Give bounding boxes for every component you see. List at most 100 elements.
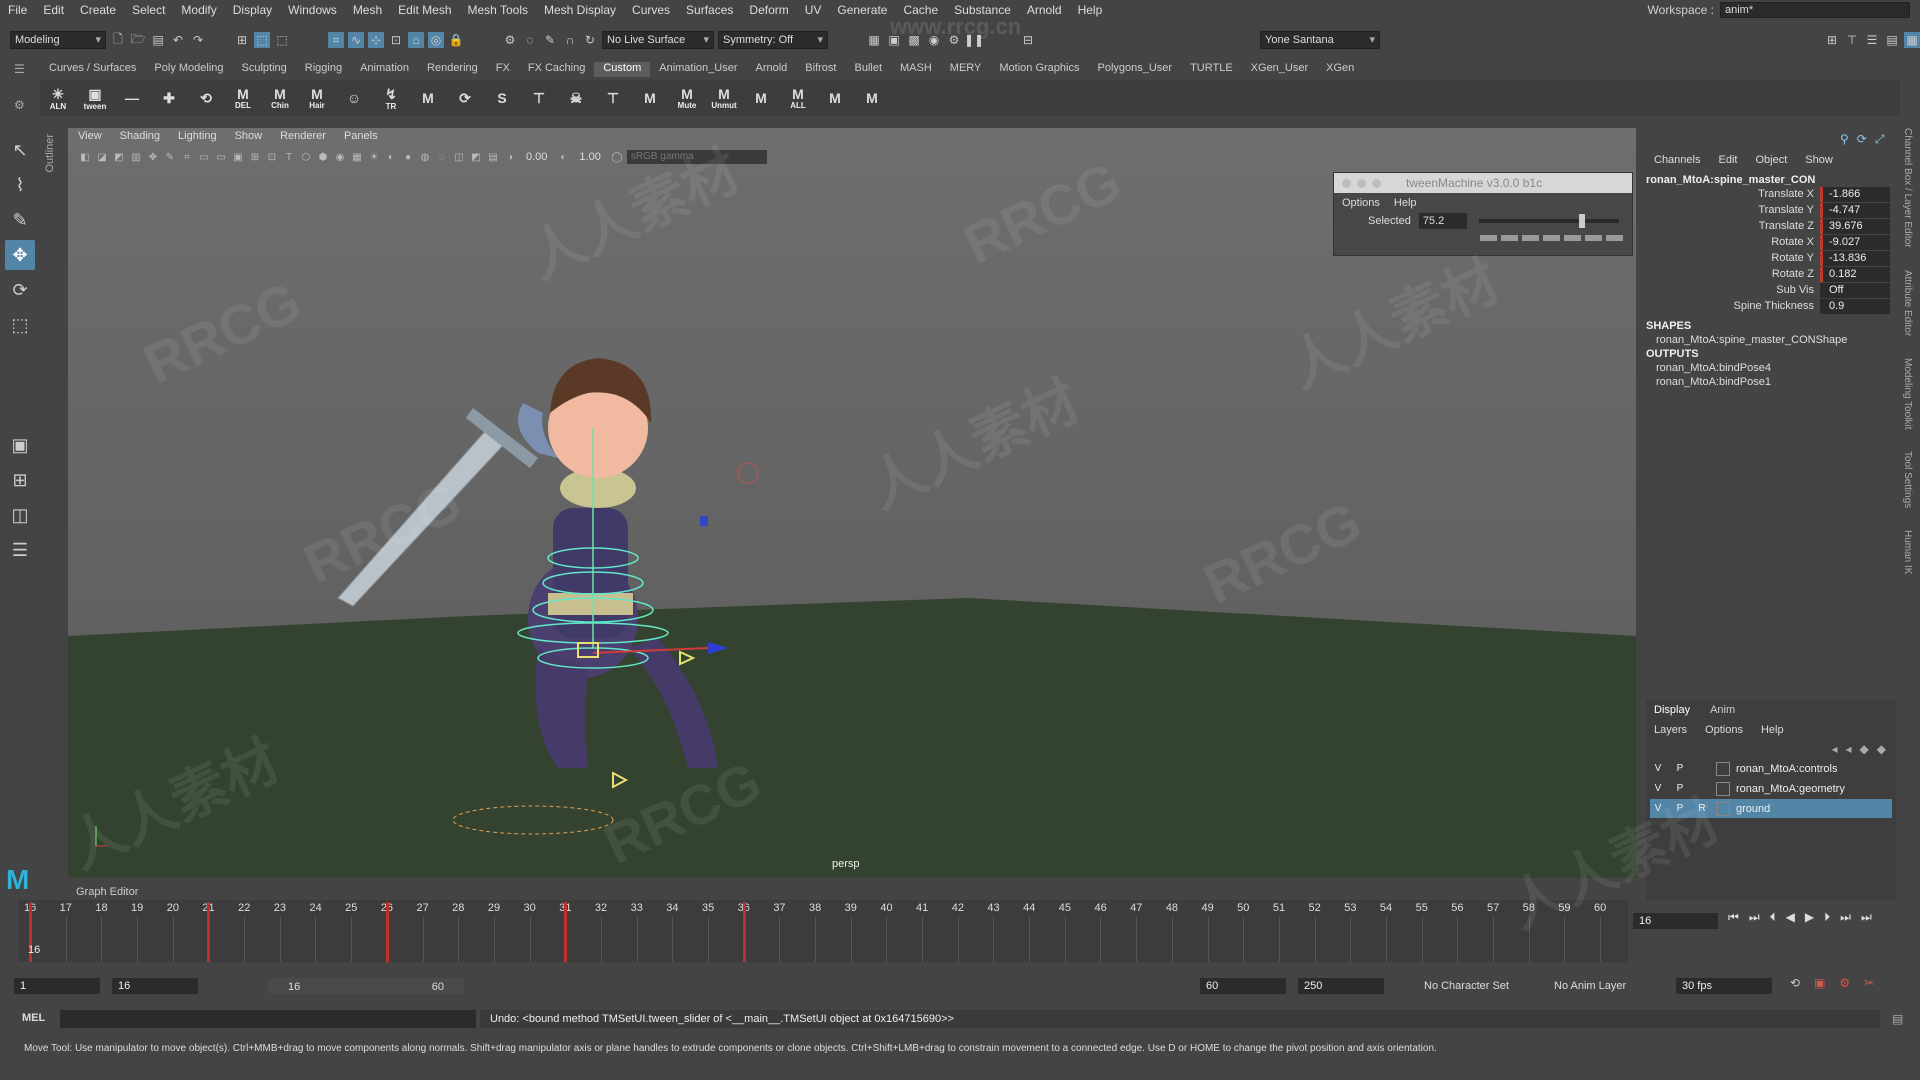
side-tab[interactable]: Attribute Editor [1902, 270, 1913, 336]
gate-mask-icon[interactable]: ▣ [231, 150, 245, 164]
layer-row[interactable]: V Pronan_MtoA:controls [1650, 759, 1892, 778]
shelf-button[interactable]: ⟳ [451, 83, 479, 113]
wireframe-on-shaded-icon[interactable]: ◉ [333, 150, 347, 164]
channel-row[interactable]: Translate Z 39.676 [1640, 218, 1902, 234]
viewport-menu-renderer[interactable]: Renderer [280, 130, 326, 146]
menu-item-create[interactable]: Create [72, 3, 124, 17]
shelf-button[interactable]: ☺ [340, 83, 368, 113]
layer-color-swatch[interactable] [1716, 801, 1730, 816]
menu-item-display[interactable]: Display [225, 3, 280, 17]
color-management-icon[interactable]: ◯ [610, 150, 624, 164]
shelf-tab[interactable]: Animation_User [650, 62, 746, 77]
snap-grid-icon[interactable]: ⌗ [328, 32, 344, 48]
shelf-tab[interactable]: MERY [941, 62, 991, 77]
render-frame-icon[interactable]: ▦ [866, 32, 882, 48]
shelf-button[interactable]: M [747, 83, 775, 113]
motion-blur-icon[interactable]: ◍ [418, 150, 432, 164]
new-layer-icon[interactable]: ◆ [1860, 742, 1869, 756]
menu-item-deform[interactable]: Deform [741, 3, 796, 17]
menu-item-edit[interactable]: Edit [35, 3, 72, 17]
tool-settings-icon[interactable]: ☰ [1864, 32, 1880, 48]
shelf-tab[interactable]: Rendering [418, 62, 487, 77]
channel-row[interactable]: Rotate Z 0.182 [1640, 266, 1902, 282]
menu-item-windows[interactable]: Windows [280, 3, 345, 17]
redo-icon[interactable]: ↷ [190, 32, 206, 48]
tween-preset-button[interactable] [1522, 235, 1539, 241]
animation-end-field[interactable]: 250 [1298, 978, 1384, 994]
shelf-button[interactable]: M Unmut [710, 83, 738, 113]
snap-point-icon[interactable]: ⊹ [368, 32, 384, 48]
shelf-tab[interactable]: MASH [891, 62, 941, 77]
layer-reference-toggle[interactable] [1694, 761, 1710, 777]
move-tool-icon[interactable]: ✥ [5, 240, 35, 270]
menu-item-generate[interactable]: Generate [829, 3, 895, 17]
shelf-tab[interactable]: FX Caching [519, 62, 594, 77]
go-to-start-icon[interactable]: ⏮ [1728, 910, 1739, 925]
menu-set-dropdown[interactable]: Modeling [10, 31, 106, 49]
channel-value[interactable]: -9.027 [1820, 234, 1890, 250]
channel-value[interactable]: 39.676 [1820, 218, 1890, 234]
layer-visibility-toggle[interactable]: V [1650, 781, 1666, 797]
tween-preset-button[interactable] [1501, 235, 1518, 241]
shelf-button[interactable]: ↯ TR [377, 83, 405, 113]
shelf-button[interactable]: ☠ [562, 83, 590, 113]
script-editor-icon[interactable]: ▤ [1892, 1012, 1903, 1026]
2d-pan-icon[interactable]: ✥ [146, 150, 160, 164]
lasso-tool-icon[interactable]: ⌇ [5, 170, 35, 200]
shelf-tab[interactable]: Custom [594, 62, 651, 77]
shelf-tab[interactable]: Rigging [296, 62, 351, 77]
shelf-tab[interactable]: Curves / Surfaces [40, 62, 145, 77]
layer-tab-anim[interactable]: Anim [1710, 704, 1735, 716]
layer-tab-display[interactable]: Display [1654, 704, 1690, 716]
antialias-icon[interactable]: ◌ [435, 150, 449, 164]
gamma-icon[interactable]: ◐ [556, 150, 570, 164]
outliner-layout-icon[interactable]: ☰ [5, 535, 35, 565]
shelf-button[interactable]: ⊤ [599, 83, 627, 113]
shelf-tab[interactable]: Motion Graphics [990, 62, 1088, 77]
play-backward-icon[interactable]: ◀ [1786, 910, 1795, 925]
exposure-icon[interactable]: ◑ [503, 150, 517, 164]
shelf-button[interactable]: ⊤ [525, 83, 553, 113]
keyframe-marker[interactable] [564, 902, 568, 962]
safe-title-icon[interactable]: T [282, 150, 296, 164]
side-tab[interactable]: Human IK [1902, 530, 1913, 574]
shelf-tab[interactable]: Arnold [747, 62, 797, 77]
modeling-toolkit-icon[interactable]: ⊞ [1824, 32, 1840, 48]
tween-value-field[interactable]: 75.2 [1418, 213, 1467, 229]
step-forward-key-icon[interactable]: ⏭ [1840, 910, 1851, 925]
shelf-tab[interactable]: TURTLE [1181, 62, 1242, 77]
channel-value[interactable]: Off [1820, 282, 1890, 298]
command-input[interactable] [60, 1010, 476, 1028]
range-slider[interactable]: 16 60 [268, 978, 464, 994]
shelf-tab[interactable]: XGen_User [1242, 62, 1317, 77]
current-frame-field[interactable]: 16 [1633, 913, 1718, 929]
tween-slider[interactable] [1478, 214, 1619, 228]
attribute-editor-icon[interactable]: ⊤ [1844, 32, 1860, 48]
menu-item-select[interactable]: Select [124, 3, 173, 17]
channel-box-menu-channels[interactable]: Channels [1654, 154, 1700, 166]
shelf-tab[interactable]: XGen [1317, 62, 1363, 77]
step-back-key-icon[interactable]: ⏭ [1749, 910, 1760, 925]
rotate-pref-icon[interactable]: ↻ [582, 32, 598, 48]
layer-reference-toggle[interactable]: R [1694, 801, 1710, 817]
shelf-tab[interactable]: Sculpting [233, 62, 296, 77]
magnet-icon[interactable]: ∩ [562, 32, 578, 48]
channel-box-node-name[interactable]: ronan_MtoA:spine_master_CON [1640, 166, 1902, 186]
command-language-label[interactable]: MEL [22, 1012, 45, 1024]
shadows-icon[interactable]: ◐ [384, 150, 398, 164]
xray-joints-icon[interactable]: ▤ [486, 150, 500, 164]
shelf-button[interactable]: M [858, 83, 886, 113]
resolution-gate-icon[interactable]: ▭ [214, 150, 228, 164]
shelf-button[interactable]: M DEL [229, 83, 257, 113]
keyframe-marker[interactable] [385, 902, 389, 962]
tween-preset-button[interactable] [1564, 235, 1581, 241]
keyframe-marker[interactable] [742, 902, 746, 962]
shelf-tab[interactable]: Bullet [845, 62, 891, 77]
shape-node[interactable]: ronan_MtoA:spine_master_CONShape [1640, 332, 1902, 346]
bookmark-icon[interactable]: ◩ [112, 150, 126, 164]
channel-row[interactable]: Spine Thickness 0.9 [1640, 298, 1902, 314]
layer-row[interactable]: V P Rground [1650, 799, 1892, 818]
step-back-frame-icon[interactable]: ⏴ [1770, 910, 1776, 925]
lasso-icon[interactable]: ◌ [522, 32, 538, 48]
anim-layer-dropdown[interactable]: No Anim Layer [1554, 978, 1626, 994]
